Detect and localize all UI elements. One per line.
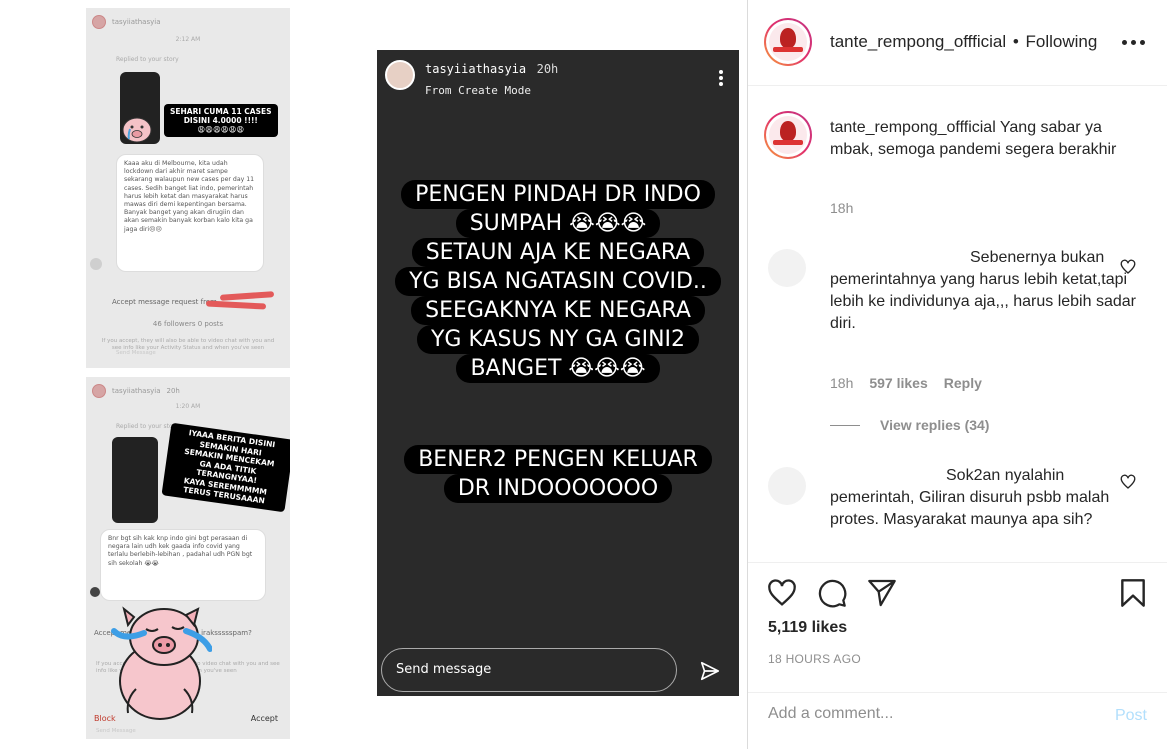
- post-timestamp[interactable]: 18 HOURS AGO: [768, 652, 861, 666]
- view-replies-label: View replies (34): [880, 417, 990, 433]
- dm-message-bubble: Bnr bgt sih kak knp indo gini bgt perasa…: [100, 529, 266, 601]
- following-button[interactable]: Following: [1026, 32, 1098, 51]
- view-replies-button[interactable]: View replies (34): [830, 417, 989, 433]
- comment-icon[interactable]: [816, 577, 848, 609]
- story-text-line: SETAUN AJA KE NEGARA: [411, 238, 705, 267]
- story-text-line: PENGEN PINDAH DR INDO: [401, 180, 715, 209]
- accept-button[interactable]: Accept: [251, 714, 278, 723]
- dm-header: tasyiiathasyia 20h: [86, 377, 290, 405]
- story-username[interactable]: tasyiiathasyia: [425, 62, 526, 76]
- add-comment-bar: Add a comment... Post: [748, 692, 1167, 749]
- avatar[interactable]: [768, 249, 806, 287]
- dm-username: tasyiiathasyia: [112, 18, 161, 26]
- story-age: 20h: [536, 62, 559, 76]
- post-media[interactable]: tasyiiathasyia 2:12 AM Replied to your s…: [0, 0, 748, 749]
- comment-likes[interactable]: 597 likes: [869, 375, 927, 391]
- story-thumbnail: [112, 437, 158, 523]
- story-meta: tasyiiathasyia 20h From Create Mode: [425, 60, 558, 97]
- more-options-icon[interactable]: [1122, 40, 1145, 45]
- like-heart-icon[interactable]: [766, 577, 798, 609]
- post-details-panel: tante_rempong_offficial • Following tant…: [748, 0, 1167, 749]
- separator-dot: •: [1012, 32, 1019, 51]
- dm-header: tasyiiathasyia: [86, 8, 290, 36]
- avatar: [92, 384, 106, 398]
- sticker-line: DISINI 4.0000 !!!!: [183, 116, 258, 125]
- avatar[interactable]: [385, 60, 415, 90]
- comment-time: 18h: [830, 375, 854, 391]
- caption-meta: 18h: [830, 200, 853, 216]
- comment-meta: 18h 597 likes Reply: [830, 375, 982, 391]
- pig-sticker-icon: [122, 117, 152, 143]
- comments-list[interactable]: tante_rempong_offficial Yang sabar ya mb…: [748, 87, 1167, 561]
- story-text-line: DR INDOOOOOOO: [443, 474, 673, 503]
- comment-text: Sok2an nyalahin pemerintah, Giliran disu…: [830, 467, 1110, 528]
- send-message-hint: Send Message: [116, 350, 156, 356]
- avatar[interactable]: [764, 111, 812, 159]
- avatar[interactable]: [768, 467, 806, 505]
- dm-username: tasyiiathasyia: [112, 387, 161, 395]
- caption: tante_rempong_offficial Yang sabar ya mb…: [830, 117, 1140, 161]
- avatar[interactable]: [764, 18, 812, 66]
- dm-timestamp: 2:12 AM: [175, 36, 201, 43]
- story-text-line: SEEGAKNYA KE NEGARA: [411, 296, 705, 325]
- post-actions: 5,119 likes 18 HOURS AGO: [748, 562, 1167, 692]
- sticker-text: IYAAA BERITA DISINI SEMAKIN HARI SEMAKIN…: [161, 422, 290, 512]
- replied-label: Replied to your story: [116, 423, 179, 430]
- story-send-message-input[interactable]: Send message: [381, 648, 677, 692]
- comment-text: Sebenernya bukan pemerintahnya yang haru…: [830, 249, 1136, 332]
- comment-input[interactable]: Add a comment...: [768, 705, 893, 723]
- save-bookmark-icon[interactable]: [1117, 577, 1149, 609]
- dm-screenshot-1: tasyiiathasyia 2:12 AM Replied to your s…: [86, 8, 290, 368]
- instagram-post-view: tasyiiathasyia 2:12 AM Replied to your s…: [0, 0, 1167, 749]
- dm-age: 20h: [166, 387, 180, 395]
- like-count[interactable]: 5,119 likes: [768, 619, 847, 637]
- post-header-user: tante_rempong_offficial • Following: [830, 32, 1097, 52]
- avatar: [92, 15, 106, 29]
- story-more-options-icon[interactable]: [719, 70, 723, 86]
- story-text-line: BENER2 PENGEN KELUAR: [404, 445, 712, 474]
- send-message-hint: Send Message: [96, 728, 136, 734]
- brand-logo-icon: [769, 23, 807, 61]
- story-text-block-2: BENER2 PENGEN KELUAR DR INDOOOOOOO: [377, 445, 739, 503]
- dm-message-bubble: Kaaa aku di Melbourne, kita udah lockdow…: [116, 154, 264, 272]
- brand-logo-icon: [769, 116, 807, 154]
- story-text-line: BANGET 😭😭😭: [456, 354, 660, 383]
- story-mode: From Create Mode: [425, 84, 531, 97]
- sticker-line: 😩😩😩😩😩😩: [197, 125, 245, 134]
- sticker-line: SEHARI CUMA 11 CASES: [170, 107, 272, 116]
- dm-timestamp: 1:20 AM: [175, 403, 201, 410]
- header-username[interactable]: tante_rempong_offficial: [830, 32, 1006, 52]
- dm-screenshot-2: tasyiiathasyia 20h 1:20 AM Replied to yo…: [86, 377, 290, 739]
- reply-button[interactable]: Reply: [944, 375, 982, 391]
- story-header: tasyiiathasyia 20h From Create Mode: [385, 60, 558, 97]
- post-header: tante_rempong_offficial • Following: [748, 0, 1167, 86]
- share-icon[interactable]: [866, 577, 898, 609]
- caption-username[interactable]: tante_rempong_offficial: [830, 119, 996, 136]
- instagram-story: tasyiiathasyia 20h From Create Mode PENG…: [377, 48, 739, 696]
- follower-count: 46 followers 0 posts: [152, 320, 224, 328]
- story-text-line: YG KASUS NY GA GINI2: [416, 325, 700, 354]
- story-text-block-1: PENGEN PINDAH DR INDO SUMPAH 😭😭😭 SETAUN …: [377, 180, 739, 383]
- caption-time: 18h: [830, 200, 854, 216]
- divider: [830, 424, 860, 426]
- avatar: [90, 258, 102, 270]
- story-text-line: SUMPAH 😭😭😭: [455, 209, 661, 238]
- sticker-text: SEHARI CUMA 11 CASES DISINI 4.0000 !!!! …: [164, 104, 278, 137]
- replied-label: Replied to your story: [116, 56, 179, 63]
- avatar: [90, 587, 100, 597]
- post-comment-button[interactable]: Post: [1115, 707, 1147, 725]
- crying-pig-sticker-icon: [111, 606, 212, 720]
- story-text-line: YG BISA NGATASIN COVID..: [395, 267, 721, 296]
- send-icon[interactable]: [699, 660, 721, 682]
